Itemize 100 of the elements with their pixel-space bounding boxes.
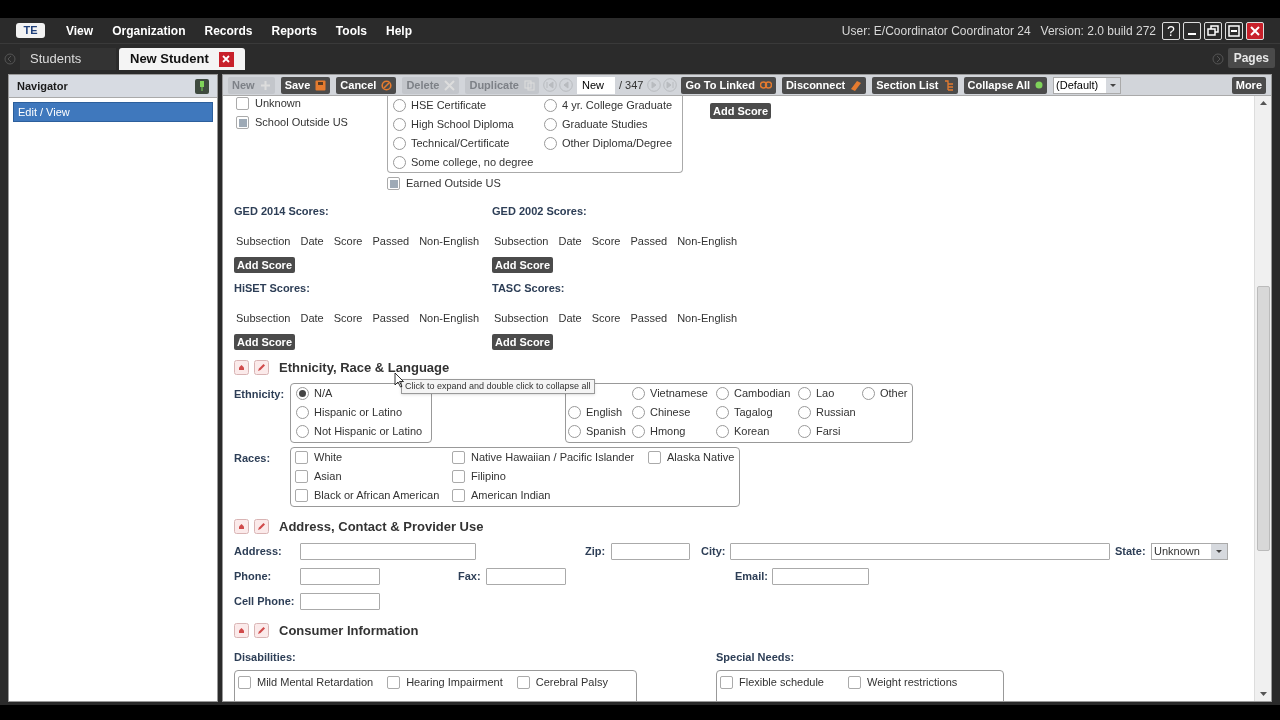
add-score-button[interactable]: Add Score: [234, 334, 295, 350]
scroll-thumb[interactable]: [1256, 286, 1270, 551]
radio-button[interactable]: [393, 99, 406, 112]
restore-icon: [1207, 24, 1219, 37]
radio-button[interactable]: [798, 405, 811, 419]
radio-button[interactable]: [798, 424, 811, 438]
scroll-down-icon[interactable]: [1258, 691, 1268, 697]
section-title[interactable]: Address, Contact & Provider Use: [279, 516, 484, 536]
radio-button[interactable]: [716, 386, 729, 400]
minimize-button[interactable]: [1183, 21, 1201, 40]
dot-icon: [1035, 81, 1044, 89]
radio-button[interactable]: [568, 405, 581, 419]
checkbox[interactable]: [452, 469, 465, 483]
state-select[interactable]: Unknown: [1151, 542, 1228, 560]
radio-button[interactable]: [716, 405, 729, 419]
close-tab-icon[interactable]: [218, 51, 234, 67]
column-header: Date: [558, 310, 582, 326]
radio-button[interactable]: [544, 137, 557, 150]
radio-button[interactable]: [296, 405, 309, 419]
checkbox[interactable]: [295, 450, 308, 464]
toolbar-button[interactable]: More: [1231, 76, 1266, 94]
tab[interactable]: New Student: [119, 48, 245, 70]
section-title[interactable]: Consumer Information: [279, 621, 419, 641]
checkbox[interactable]: [516, 676, 530, 689]
maximize-button[interactable]: [1225, 21, 1243, 40]
toolbar-button[interactable]: Go To Linked: [681, 76, 776, 94]
input-field[interactable]: [300, 542, 476, 560]
radio-button[interactable]: [632, 386, 645, 400]
section-title[interactable]: Ethnicity, Race & Language: [279, 358, 450, 378]
checkbox[interactable]: [236, 116, 249, 129]
restore-button[interactable]: [1204, 21, 1222, 40]
menu-item[interactable]: Records: [204, 21, 253, 40]
toolbar-button[interactable]: Section List: [872, 76, 958, 94]
radio-label: Graduate Studies: [562, 117, 648, 133]
add-score-button[interactable]: Add Score: [492, 257, 553, 273]
column-header: Non-English: [419, 310, 480, 326]
input-field[interactable]: [772, 567, 869, 585]
radio-button[interactable]: [716, 424, 729, 438]
menu-item[interactable]: View: [66, 21, 94, 40]
input-field[interactable]: [730, 542, 1110, 560]
toolbar-button[interactable]: Disconnect: [781, 76, 867, 94]
column-header: Subsection: [494, 310, 549, 326]
radio-button[interactable]: [862, 386, 875, 400]
pages-button[interactable]: Pages: [1227, 48, 1275, 68]
menu-item[interactable]: Organization: [112, 21, 186, 40]
add-score-button[interactable]: Add Score: [234, 257, 295, 273]
input-field[interactable]: [300, 592, 380, 610]
record-field[interactable]: New: [576, 76, 615, 94]
tab[interactable]: Students: [20, 48, 116, 70]
radio-label: Hispanic or Latino: [314, 404, 403, 420]
radio-label: Other: [880, 385, 908, 401]
add-score-button[interactable]: Add Score: [492, 334, 553, 350]
navigator-item[interactable]: Edit / View: [13, 102, 213, 122]
checkbox[interactable]: [848, 676, 861, 689]
toolbar-button[interactable]: Collapse All: [963, 76, 1048, 94]
checkbox-label: Native Hawaiian / Pacific Islander: [471, 449, 635, 465]
input-field[interactable]: [300, 567, 380, 585]
radio-button[interactable]: [393, 118, 406, 131]
checkbox[interactable]: [295, 469, 308, 483]
radio-button[interactable]: [632, 424, 645, 438]
column-header: Score: [333, 233, 363, 249]
checkbox[interactable]: [720, 676, 733, 689]
input-field[interactable]: [611, 542, 690, 560]
scrollbar[interactable]: [1254, 96, 1271, 701]
radio-button[interactable]: [798, 386, 811, 400]
checkbox[interactable]: [236, 97, 249, 110]
pin-icon[interactable]: [195, 78, 209, 94]
field-label: Email:: [735, 568, 769, 584]
input-field[interactable]: [486, 567, 566, 585]
radio-button[interactable]: [544, 118, 557, 131]
radio-button[interactable]: [544, 99, 557, 112]
checkbox[interactable]: [238, 676, 251, 689]
radio-button[interactable]: [393, 137, 406, 150]
checkbox[interactable]: [295, 488, 308, 502]
checkbox[interactable]: [387, 177, 400, 190]
menu-item[interactable]: Tools: [335, 21, 367, 40]
help-button[interactable]: ?: [1162, 21, 1180, 40]
minimize-icon: [1188, 33, 1196, 35]
menu-item[interactable]: Help: [385, 21, 412, 40]
toolbar-button[interactable]: Save: [280, 76, 331, 94]
column-header: Subsection: [236, 233, 291, 249]
checkbox[interactable]: [387, 676, 401, 689]
checkbox[interactable]: [452, 488, 465, 502]
checkbox[interactable]: [648, 450, 661, 464]
scroll-up-icon[interactable]: [1258, 100, 1268, 106]
radio-button[interactable]: [632, 405, 645, 419]
radio-button[interactable]: [296, 386, 309, 400]
radio-button[interactable]: [568, 424, 581, 438]
radio-button[interactable]: [393, 156, 406, 169]
radio-button[interactable]: [296, 424, 309, 438]
view-select[interactable]: (Default): [1053, 76, 1122, 94]
add-score-button[interactable]: Add Score: [710, 103, 771, 119]
close-button[interactable]: [1246, 21, 1264, 40]
app-logo: TE: [16, 23, 45, 38]
column-header: Passed: [630, 310, 668, 326]
column-header: Score: [333, 310, 363, 326]
toolbar-button[interactable]: Cancel: [336, 76, 397, 94]
menu-item[interactable]: Reports: [271, 21, 317, 40]
column-header: Non-English: [677, 233, 738, 249]
checkbox[interactable]: [452, 450, 465, 464]
